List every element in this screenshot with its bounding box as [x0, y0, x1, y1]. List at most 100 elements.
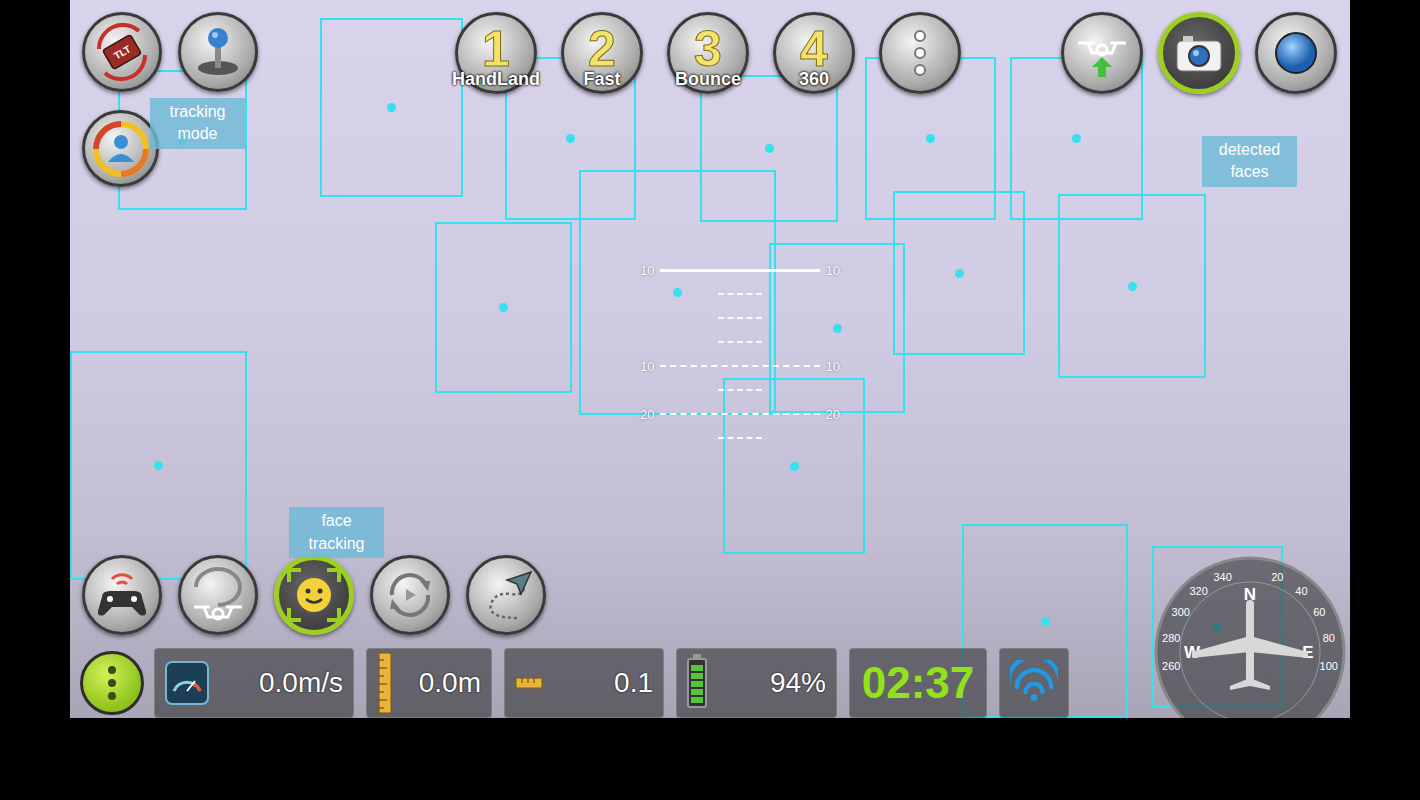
takeoff-button[interactable] [1061, 12, 1143, 94]
face-box [700, 75, 838, 222]
hud-dash [640, 378, 840, 402]
menu-button[interactable] [80, 651, 144, 715]
compass-label: 20 [1271, 571, 1283, 583]
compass-label: 100 [1320, 660, 1338, 672]
face-detections [70, 0, 1350, 718]
app-screen: 1010 1010 2020 260 W 280 300 320 340 N 20 40 60 80 E 10… [0, 0, 1420, 800]
joystick-button[interactable] [178, 12, 258, 92]
hud-dash [640, 426, 840, 450]
altitude-cell: 0.1 [504, 648, 664, 718]
camera-button[interactable] [1158, 12, 1240, 94]
face-center-dot [790, 462, 799, 471]
face-center-dot [387, 103, 396, 112]
face-center-dot [833, 324, 842, 333]
compass-label: 340 [1213, 571, 1231, 583]
compass-label: 60 [1313, 606, 1325, 618]
land-button[interactable] [178, 555, 258, 635]
face-center-dot [673, 288, 682, 297]
top-toolbar: TLT tracking mode 1HandLand 2Fast 3Bounce 436… [70, 0, 1350, 187]
tracking-mode-button[interactable]: tracking mode [82, 110, 159, 187]
face-center-dot [1128, 282, 1137, 291]
takeoff-icon [1066, 23, 1138, 83]
face-center-dot [566, 134, 575, 143]
face-box [893, 191, 1025, 355]
land-icon [182, 565, 254, 625]
face-box [769, 243, 905, 413]
hud-dash [640, 330, 840, 354]
plane-icon [1192, 600, 1308, 690]
compass-label: E [1302, 643, 1313, 662]
compass-label: 80 [1323, 632, 1335, 644]
face-box [579, 170, 776, 415]
rotate-button[interactable] [370, 555, 450, 635]
hud-pitch-row: 1010 [640, 258, 840, 282]
face-center-dot [1041, 617, 1050, 626]
battery-cell: 94% [676, 648, 837, 718]
gamepad-icon [92, 567, 152, 623]
distance-cell: 0.0m [366, 648, 492, 718]
flip-button[interactable]: 4360 [773, 12, 855, 94]
compass-label: 280 [1162, 632, 1180, 644]
face-center-dot [499, 303, 508, 312]
gamepad-button[interactable] [82, 555, 162, 635]
face-center-dot [926, 134, 935, 143]
more-button[interactable] [879, 12, 961, 94]
compass-label: 320 [1189, 585, 1207, 597]
svg-text:TLT: TLT [112, 43, 133, 61]
ruler-icon [377, 652, 393, 714]
compass-label: N [1244, 585, 1256, 604]
compass-label: 40 [1295, 585, 1307, 597]
tracking-mode-icon [90, 118, 152, 180]
rotate-icon [382, 567, 438, 623]
face-tracking-button[interactable]: face tracking [274, 555, 354, 635]
face-box [70, 351, 247, 580]
battery-icon [687, 658, 707, 708]
camera-icon [1175, 33, 1223, 73]
wifi-icon [1010, 660, 1058, 706]
attitude-hud: 1010 1010 2020 [640, 258, 840, 450]
face-tracking-callout: face tracking [289, 507, 384, 558]
face-center-dot [765, 144, 774, 153]
face-center-dot [955, 269, 964, 278]
face-center-dot [154, 461, 163, 470]
hud-line [660, 269, 819, 272]
tilt-button[interactable]: TLT [82, 12, 162, 92]
timer-cell: 02:37 [849, 648, 987, 718]
face-box [1152, 546, 1283, 708]
compass-label: 260 [1162, 660, 1180, 672]
video-feed [70, 0, 1350, 718]
tracking-mode-callout: tracking mode [150, 98, 245, 149]
detected-faces-callout: detected faces [1202, 136, 1297, 187]
speed-gauge-icon [165, 661, 209, 705]
altitude-tape-icon [515, 676, 543, 690]
face-box [320, 18, 463, 197]
path-button[interactable] [466, 555, 546, 635]
hud-pitch-row: 1010 [640, 354, 840, 378]
flip-button[interactable]: 1HandLand [455, 12, 537, 94]
status-bar: 0.0m/s0.0m0.194%02:37 [70, 648, 1350, 718]
face-tracking-icon [285, 566, 343, 624]
tilt-icon: TLT [89, 19, 155, 85]
compass-label: 300 [1172, 606, 1190, 618]
flip-button[interactable]: 2Fast [561, 12, 643, 94]
face-box [723, 378, 865, 554]
hud-dash [640, 306, 840, 330]
control-buttons: face tracking [70, 555, 1350, 635]
compass-label: W [1184, 643, 1201, 662]
wifi-cell [999, 648, 1069, 718]
hud-line [660, 365, 819, 367]
camera-view: 1010 1010 2020 260 W 280 300 320 340 N 20 40 60 80 E 10… [70, 0, 1350, 718]
hud-line [660, 413, 819, 415]
face-box [1058, 194, 1206, 378]
face-center-dot [1072, 134, 1081, 143]
path-icon [477, 566, 535, 624]
record-icon [1271, 28, 1321, 78]
speed-cell: 0.0m/s [154, 648, 354, 718]
hud-dash [640, 282, 840, 306]
more-icon [910, 28, 930, 78]
hud-pitch-row: 2020 [640, 402, 840, 426]
record-button[interactable] [1255, 12, 1337, 94]
face-box [435, 222, 572, 393]
joystick-icon [188, 22, 248, 82]
flip-button[interactable]: 3Bounce [667, 12, 749, 94]
